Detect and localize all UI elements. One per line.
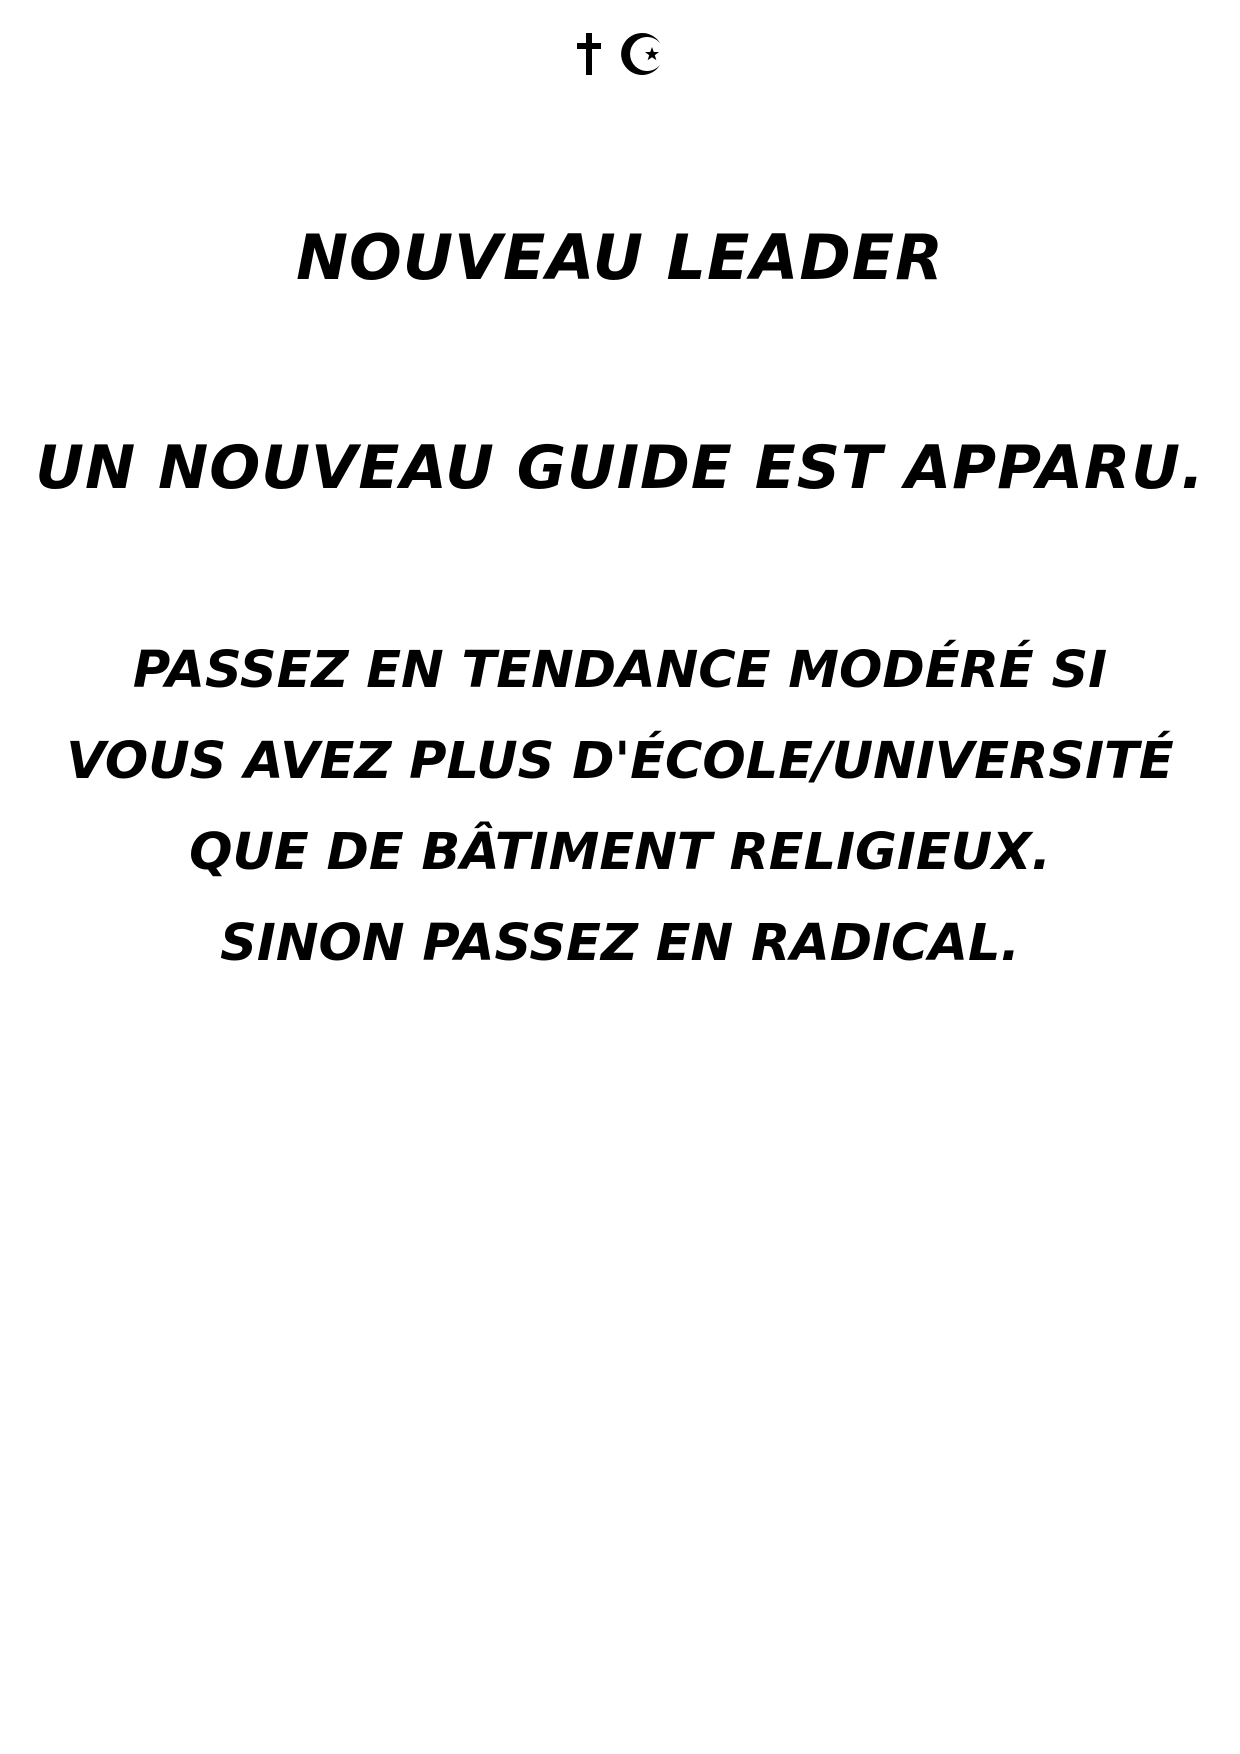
cross-icon [574,31,604,77]
rule-line: VOUS AVEZ PLUS D'ÉCOLE/UNIVERSITÉ [66,732,1174,791]
event-card: NOUVEAU LEADER UN NOUVEAU GUIDE EST APPA… [0,0,1240,1754]
card-intro: UN NOUVEAU GUIDE EST APPARU. [35,433,1205,503]
rule-line: QUE DE BÂTIMENT RELIGIEUX. [189,823,1051,882]
rule-line: SINON PASSEZ EN RADICAL. [220,914,1020,973]
crescent-star-icon [618,30,666,78]
religion-symbols [0,30,1240,78]
rule-line: PASSEZ EN TENDANCE MODÉRÉ SI [132,641,1108,700]
card-rules: PASSEZ EN TENDANCE MODÉRÉ SI VOUS AVEZ P… [0,625,1240,989]
card-title: NOUVEAU LEADER [296,221,944,294]
